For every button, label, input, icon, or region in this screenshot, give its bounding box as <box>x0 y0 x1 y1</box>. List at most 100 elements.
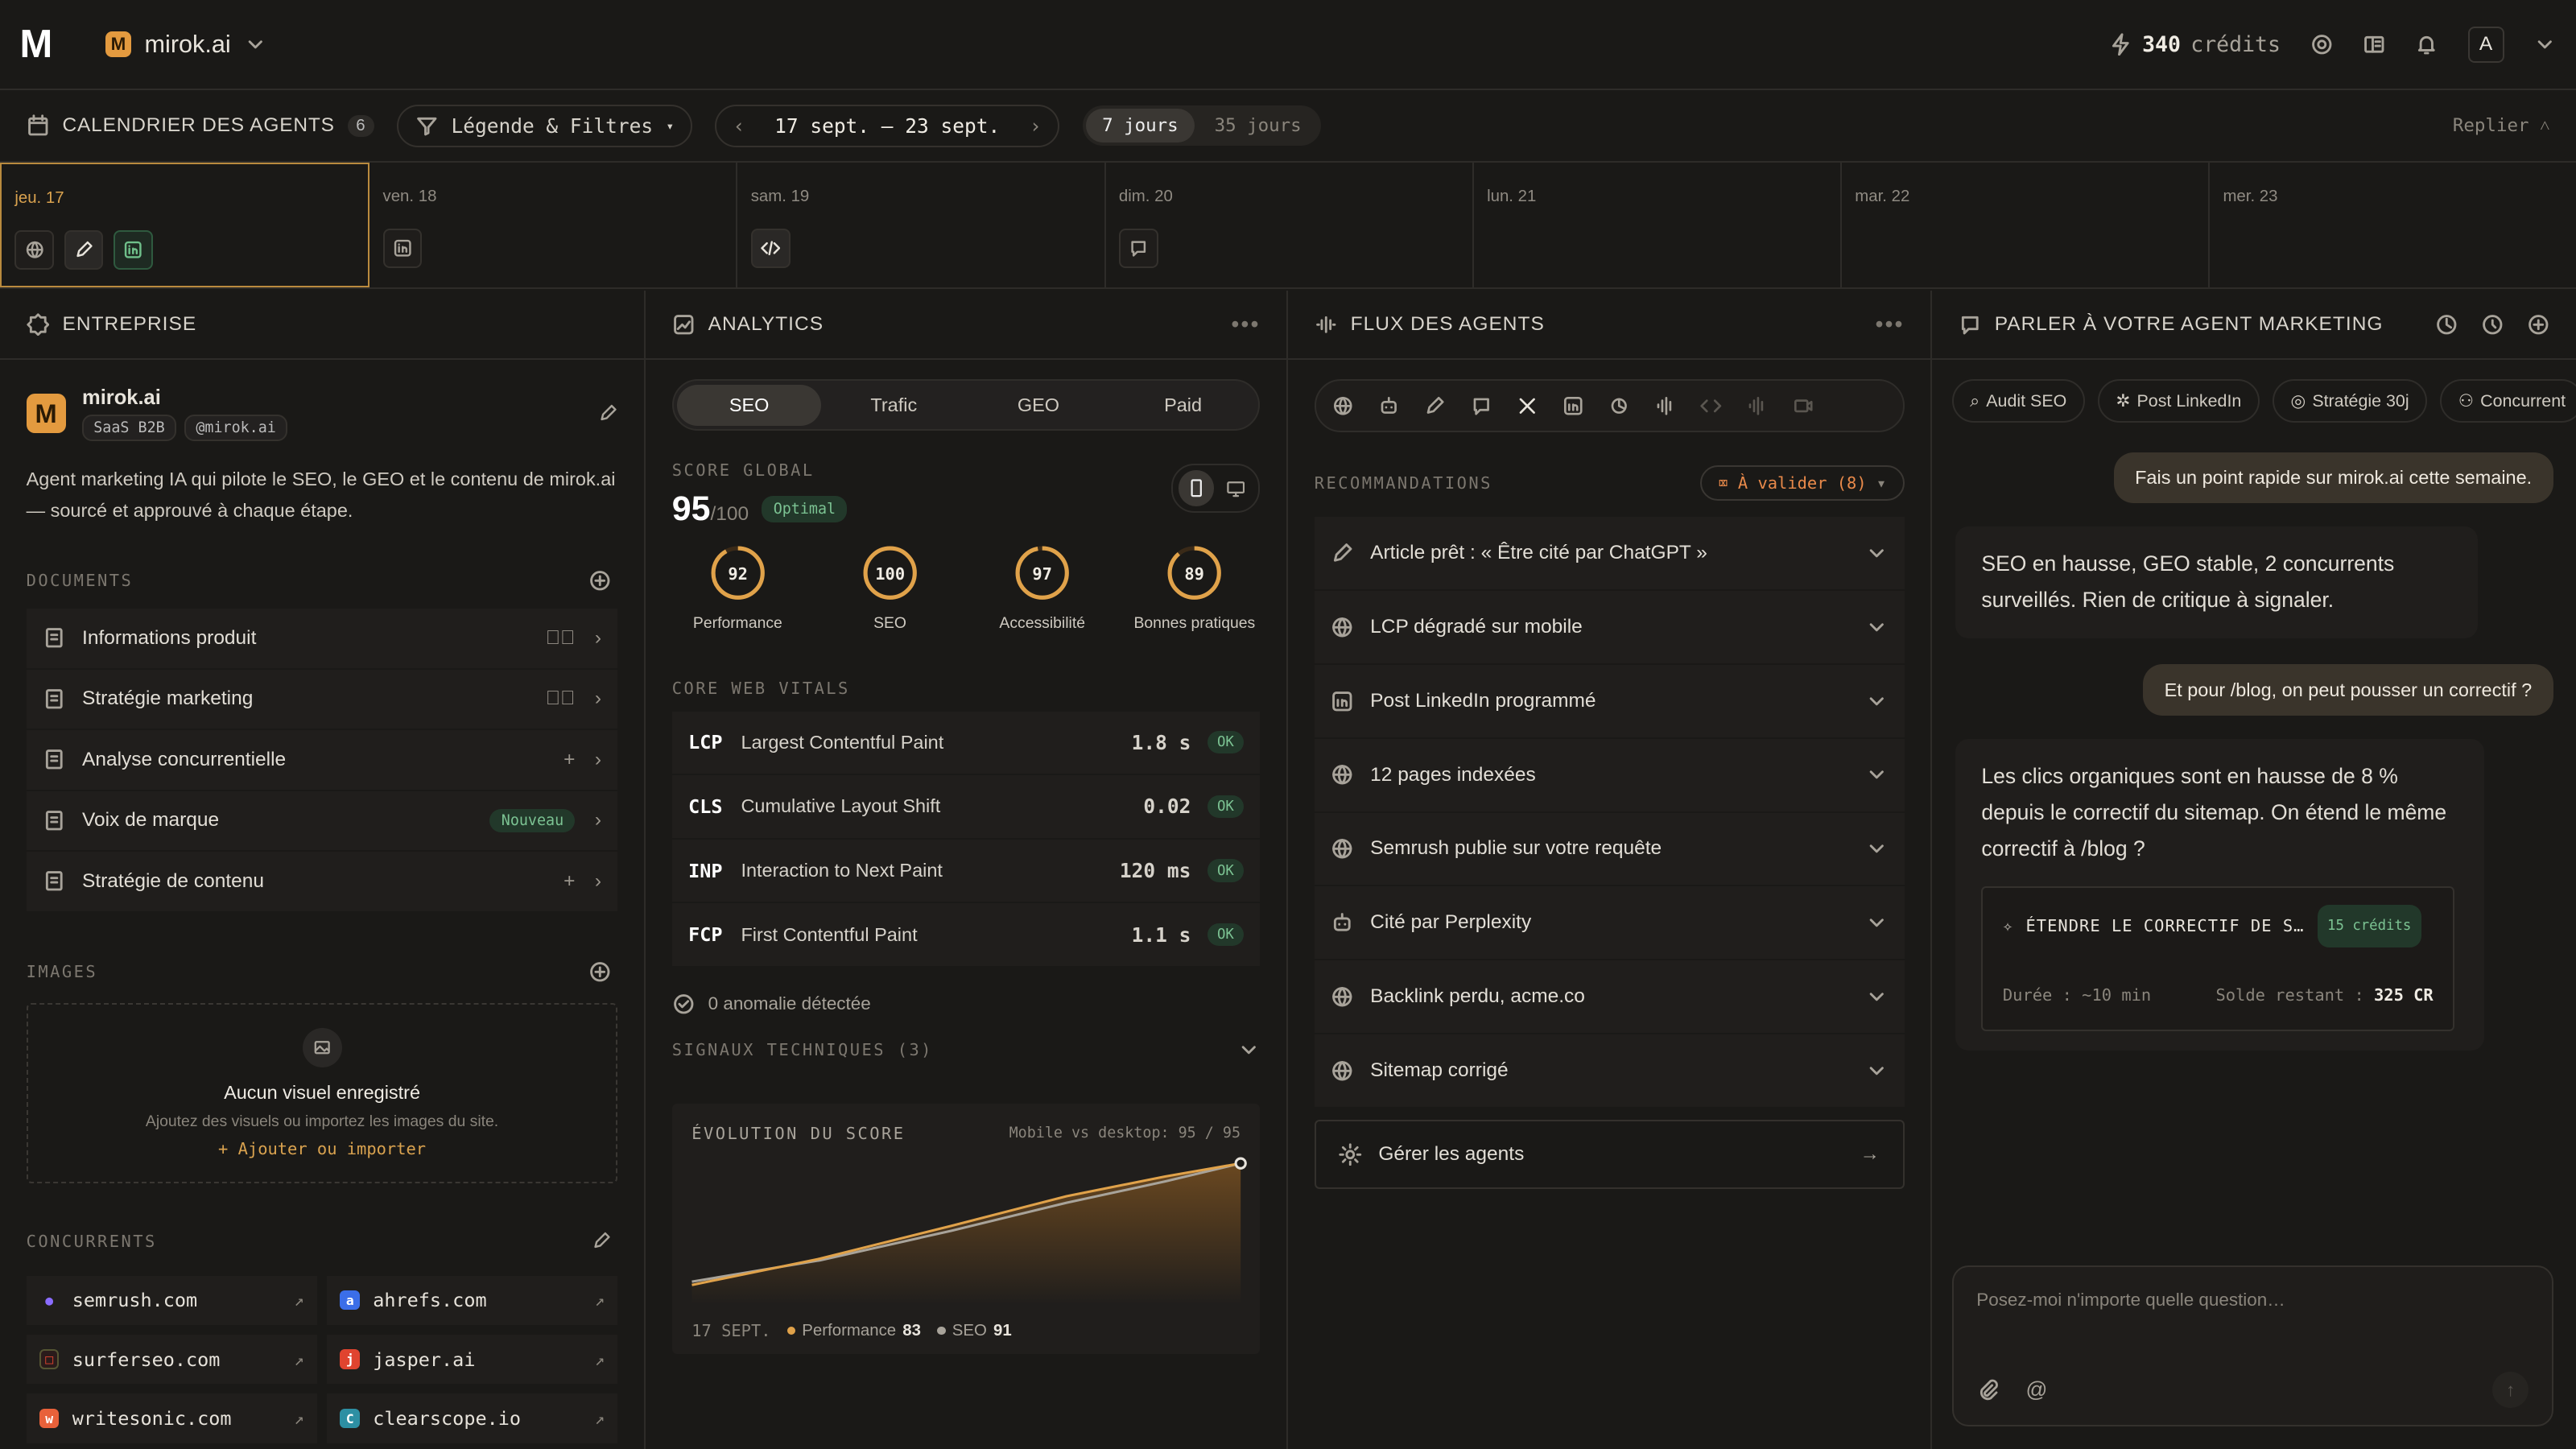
external-link-icon[interactable]: ↗ <box>294 1350 303 1369</box>
range-35-days[interactable]: 35 jours <box>1198 109 1318 142</box>
competitor-item[interactable]: w writesonic.com ↗ <box>26 1393 317 1443</box>
competitor-item[interactable]: Cclearscope.io ↗ <box>327 1393 618 1443</box>
range-7-days[interactable]: 7 jours <box>1085 108 1195 143</box>
day-cell[interactable]: dim. 20 <box>1106 163 1474 288</box>
user-avatar[interactable]: A <box>2467 26 2504 63</box>
history-icon[interactable] <box>2481 313 2504 336</box>
external-link-icon[interactable]: ↗ <box>595 1409 605 1428</box>
manage-agents-button[interactable]: Gérer les agents → <box>1314 1120 1905 1189</box>
mobile-icon[interactable] <box>1178 470 1215 506</box>
external-link-icon[interactable]: ↗ <box>595 1290 605 1310</box>
images-dropzone[interactable]: Aucun visuel enregistré Ajoutez des visu… <box>26 1002 618 1184</box>
more-options-icon[interactable]: ••• <box>1231 312 1260 338</box>
to-validate-button[interactable]: ⌧ À valider (8) ▾ <box>1699 464 1905 501</box>
plus-icon[interactable]: + <box>564 870 575 893</box>
recommendation-item[interactable]: Post LinkedIn programmé <box>1314 664 1905 737</box>
recommendation-item[interactable]: Sitemap corrigé <box>1314 1034 1905 1107</box>
code-agent-icon[interactable] <box>1700 395 1722 417</box>
external-link-icon[interactable]: ↗ <box>595 1350 605 1369</box>
chat-agent-icon[interactable] <box>1471 395 1492 417</box>
linkedin-task-icon[interactable] <box>382 229 423 269</box>
chart-end-point[interactable] <box>1234 1157 1247 1170</box>
video-agent-icon[interactable] <box>1793 395 1814 417</box>
legend-seo: SEO 91 <box>937 1322 1012 1340</box>
competitor-item[interactable]: j jasper.ai ↗ <box>327 1334 618 1385</box>
chip-concurrent[interactable]: ⚇ Concurrent <box>2440 379 2576 423</box>
document-item[interactable]: Stratégie de contenu + › <box>26 852 618 911</box>
plus-icon[interactable]: + <box>564 749 575 771</box>
chip-audit-seo[interactable]: ⌕ Audit SEO <box>1951 379 2085 423</box>
recommendation-item[interactable]: LCP dégradé sur mobile <box>1314 591 1905 663</box>
more-options-icon[interactable]: ••• <box>1875 312 1904 338</box>
day-cell[interactable]: ven. 18 <box>369 163 738 288</box>
document-item[interactable]: Stratégie marketing ✓⃝ › <box>26 669 618 729</box>
chat-input[interactable]: Posez-moi n'importe quelle question… <box>1976 1290 2529 1311</box>
collapse-button[interactable]: Replier ˄ <box>2453 115 2550 136</box>
tab-trafic[interactable]: Trafic <box>821 385 966 426</box>
audio-agent-icon[interactable] <box>1654 395 1676 417</box>
bell-icon[interactable] <box>2415 33 2438 56</box>
prev-week-icon[interactable]: ‹ <box>733 114 745 138</box>
day-cell[interactable]: mar. 22 <box>1842 163 2211 288</box>
app-logo[interactable]: M <box>19 22 85 67</box>
ring-label: SEO <box>873 614 906 633</box>
content-task-pencil-icon[interactable] <box>64 230 104 270</box>
chat-task-icon[interactable] <box>1118 229 1158 269</box>
credits-counter[interactable]: 340 crédits <box>2109 32 2281 57</box>
document-icon <box>45 689 63 709</box>
ring-gauge: 100 <box>863 546 917 601</box>
robot-agent-icon[interactable] <box>1378 395 1400 417</box>
openai-agent-icon[interactable] <box>1608 395 1630 417</box>
mention-icon[interactable]: @ <box>2025 1377 2047 1402</box>
legend-filters-button[interactable]: Légende & Filtres ▾ <box>397 104 692 147</box>
document-item[interactable]: Analyse concurrentielle + › <box>26 730 618 790</box>
x-twitter-icon[interactable] <box>1517 395 1538 417</box>
day-cell[interactable]: jeu. 17 <box>0 163 370 288</box>
openai-icon[interactable] <box>2435 313 2458 336</box>
workspace-switcher[interactable]: M mirok.ai <box>105 31 267 59</box>
chevron-down-icon[interactable] <box>2533 33 2557 56</box>
document-item[interactable]: Voix de marque Nouveau › <box>26 791 618 850</box>
seo-task-globe-icon[interactable] <box>14 230 55 270</box>
pencil-agent-icon[interactable] <box>1424 395 1446 417</box>
edit-pencil-icon[interactable] <box>598 402 617 425</box>
recommendation-item[interactable]: Article prêt : « Être cité par ChatGPT » <box>1314 517 1905 590</box>
document-item[interactable]: Informations produit ✓⃝ › <box>26 609 618 668</box>
voice-agent-icon[interactable] <box>1746 395 1768 417</box>
tab-seo[interactable]: SEO <box>676 384 822 426</box>
add-circle-icon[interactable] <box>588 960 612 984</box>
desktop-icon[interactable] <box>1217 470 1253 506</box>
help-buoy-icon[interactable] <box>2310 33 2334 56</box>
action-card[interactable]: ✧ ÉTENDRE LE CORRECTIF DE S… 15 crédits … <box>1981 886 2455 1031</box>
external-link-icon[interactable]: ↗ <box>294 1409 303 1428</box>
recommendation-item[interactable]: Backlink perdu, acme.co <box>1314 960 1905 1034</box>
chip-strategie[interactable]: ◎ Stratégie 30j <box>2273 379 2427 423</box>
paperclip-icon[interactable] <box>1976 1378 2000 1402</box>
linkedin-task-icon[interactable] <box>113 230 153 270</box>
tab-geo[interactable]: GEO <box>966 385 1111 426</box>
chip-post-linkedin[interactable]: ✲ Post LinkedIn <box>2098 379 2260 423</box>
add-images-link[interactable]: + Ajouter ou importer <box>218 1139 426 1158</box>
date-range-picker[interactable]: ‹ 17 sept. – 23 sept. › <box>715 104 1060 147</box>
recommendation-item[interactable]: Semrush publie sur votre requête <box>1314 812 1905 886</box>
code-task-icon[interactable] <box>750 229 791 269</box>
competitor-item[interactable]: ● semrush.com ↗ <box>26 1275 317 1325</box>
recommendation-item[interactable]: Cité par Perplexity <box>1314 886 1905 960</box>
external-link-icon[interactable]: ↗ <box>294 1290 303 1310</box>
send-icon[interactable]: ↑ <box>2492 1372 2529 1409</box>
signals-toggle[interactable]: SIGNAUX TECHNIQUES (3) <box>672 1038 1261 1062</box>
day-cell[interactable]: sam. 19 <box>737 163 1106 288</box>
recommendation-item[interactable]: 12 pages indexées <box>1314 738 1905 811</box>
day-cell[interactable]: lun. 21 <box>1474 163 1842 288</box>
day-cell[interactable]: mer. 23 <box>2210 163 2576 287</box>
competitor-item[interactable]: a ahrefs.com ↗ <box>327 1275 618 1325</box>
globe-agent-icon[interactable] <box>1332 395 1354 417</box>
next-week-icon[interactable]: › <box>1030 114 1042 138</box>
linkedin-agent-icon[interactable] <box>1563 395 1584 417</box>
tab-paid[interactable]: Paid <box>1111 385 1256 426</box>
edit-pencil-icon[interactable] <box>592 1229 611 1253</box>
new-chat-icon[interactable] <box>2527 313 2550 336</box>
panel-layout-icon[interactable] <box>2363 33 2386 56</box>
competitor-item[interactable]: □ surferseo.com ↗ <box>26 1334 317 1385</box>
add-circle-icon[interactable] <box>588 569 612 592</box>
